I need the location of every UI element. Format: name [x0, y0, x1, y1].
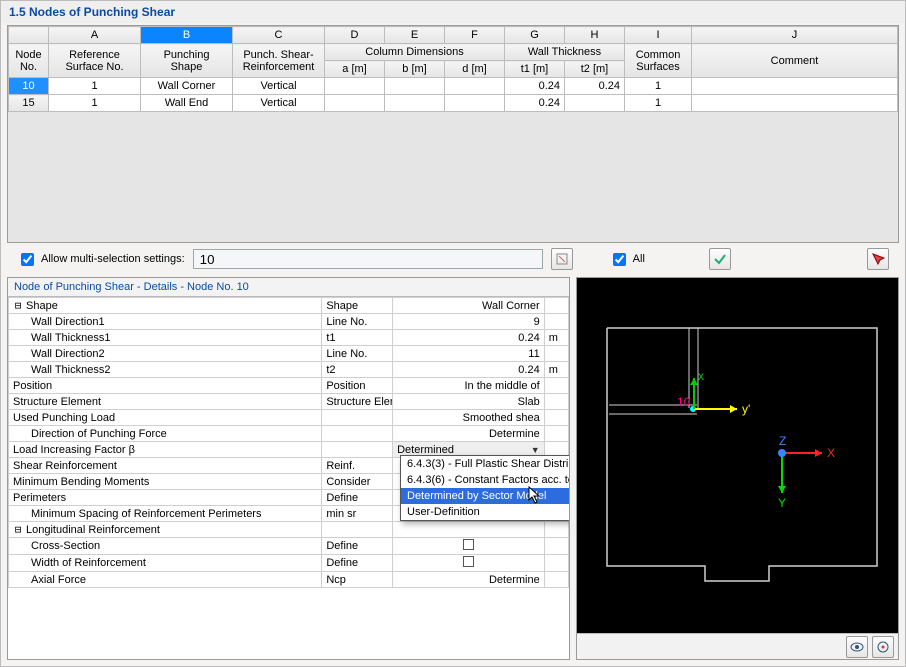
hdr-wall-thickness[interactable]: Wall Thickness	[505, 44, 625, 61]
apply-button[interactable]	[709, 248, 731, 270]
allow-multi-label: Allow multi-selection settings:	[41, 253, 185, 265]
details-title: Node of Punching Shear - Details - Node …	[8, 278, 569, 297]
property-row[interactable]: Wall Direction1Line No.9	[9, 314, 569, 330]
viewport-3d[interactable]: 10 y' x X	[577, 278, 898, 633]
beta-factor-combo[interactable]: Determined▼	[397, 444, 540, 456]
property-row[interactable]: ⊟ShapeShapeWall Corner	[9, 298, 569, 314]
property-row[interactable]: Width of ReinforcementDefine	[9, 555, 569, 572]
col-A[interactable]: A	[49, 27, 141, 44]
property-row[interactable]: Wall Direction2Line No.11	[9, 346, 569, 362]
property-row[interactable]: PositionPositionIn the middle of	[9, 378, 569, 394]
allow-multi-checkbox[interactable]: Allow multi-selection settings:	[17, 250, 185, 269]
tree-toggle-icon[interactable]: ⊟	[13, 299, 23, 312]
all-label: All	[633, 253, 645, 265]
tree-toggle-icon[interactable]: ⊟	[13, 523, 23, 536]
allow-multi-check-input[interactable]	[21, 253, 34, 266]
col-E[interactable]: E	[385, 27, 445, 44]
checkbox[interactable]	[463, 556, 474, 567]
hdr-column-dimensions[interactable]: Column Dimensions	[325, 44, 505, 61]
property-row[interactable]: Wall Thickness2t20.24m	[9, 362, 569, 378]
dropdown-option[interactable]: 6.4.3(3) - Full Plastic Shear Distributi…	[401, 456, 569, 472]
property-row[interactable]: ⊟Longitudinal Reinforcement	[9, 522, 569, 538]
multi-selection-input[interactable]	[193, 249, 543, 269]
node-label: 10	[677, 395, 691, 409]
dropdown-option[interactable]: 6.4.3(6) - Constant Factors acc. to Fig.…	[401, 472, 569, 488]
dropdown-option[interactable]: User-Definition	[401, 504, 569, 520]
svg-text:Z: Z	[779, 434, 786, 448]
multi-selection-toolbar: Allow multi-selection settings: All	[7, 245, 899, 273]
property-row[interactable]: Cross-SectionDefine	[9, 538, 569, 555]
property-row[interactable]: Direction of Punching ForceDetermine	[9, 426, 569, 442]
col-C[interactable]: C	[233, 27, 325, 44]
hdr-d[interactable]: d [m]	[445, 61, 505, 78]
property-row[interactable]: Structure ElementStructure ElemeSlab	[9, 394, 569, 410]
hdr-t1[interactable]: t1 [m]	[505, 61, 565, 78]
hdr-t2[interactable]: t2 [m]	[565, 61, 625, 78]
hdr-punching-shape[interactable]: PunchingShape	[141, 44, 233, 78]
svg-text:y': y'	[742, 402, 750, 416]
details-panel: Node of Punching Shear - Details - Node …	[7, 277, 570, 660]
col-I[interactable]: I	[625, 27, 692, 44]
svg-text:Y: Y	[778, 496, 786, 510]
view-toggle-button[interactable]	[846, 636, 868, 658]
col-G[interactable]: G	[505, 27, 565, 44]
col-H[interactable]: H	[565, 27, 625, 44]
svg-text:x: x	[698, 369, 704, 383]
col-D[interactable]: D	[325, 27, 385, 44]
checkbox[interactable]	[463, 539, 474, 550]
hdr-a[interactable]: a [m]	[325, 61, 385, 78]
property-row[interactable]: Used Punching LoadSmoothed shea	[9, 410, 569, 426]
table-row[interactable]: 151Wall EndVertical0.241	[9, 95, 898, 112]
pick-in-view-button[interactable]	[867, 248, 889, 270]
col-B[interactable]: B	[141, 27, 233, 44]
page-title: 1.5 Nodes of Punching Shear	[1, 1, 905, 23]
all-checkbox[interactable]: All	[609, 250, 645, 269]
hdr-ref-surface[interactable]: ReferenceSurface No.	[49, 44, 141, 78]
viewport-panel: 10 y' x X	[576, 277, 899, 660]
col-J[interactable]: J	[692, 27, 898, 44]
chevron-down-icon[interactable]: ▼	[528, 445, 540, 455]
dropdown-option[interactable]: Determined by Sector Model	[401, 488, 569, 504]
app-frame: 1.5 Nodes of Punching Shear A	[0, 0, 906, 667]
view-settings-button[interactable]	[872, 636, 894, 658]
hdr-common-surfaces[interactable]: CommonSurfaces	[625, 44, 692, 78]
table-row[interactable]: 101Wall CornerVertical0.240.241	[9, 78, 898, 95]
hdr-punch-shear-reinf[interactable]: Punch. Shear-Reinforcement	[233, 44, 325, 78]
all-check-input[interactable]	[613, 253, 626, 266]
hdr-comment[interactable]: Comment	[692, 44, 898, 78]
svg-text:X: X	[827, 446, 835, 460]
nodes-grid[interactable]: A B C D E F G H I J NodeNo. ReferenceSur…	[7, 25, 899, 243]
beta-factor-dropdown[interactable]: 6.4.3(3) - Full Plastic Shear Distributi…	[400, 455, 569, 521]
pick-nodes-button[interactable]	[551, 248, 573, 270]
hdr-node-no[interactable]: NodeNo.	[9, 44, 49, 78]
hdr-b[interactable]: b [m]	[385, 61, 445, 78]
col-F[interactable]: F	[445, 27, 505, 44]
property-row[interactable]: Axial ForceNcpDetermine	[9, 572, 569, 588]
property-row[interactable]: Wall Thickness1t10.24m	[9, 330, 569, 346]
